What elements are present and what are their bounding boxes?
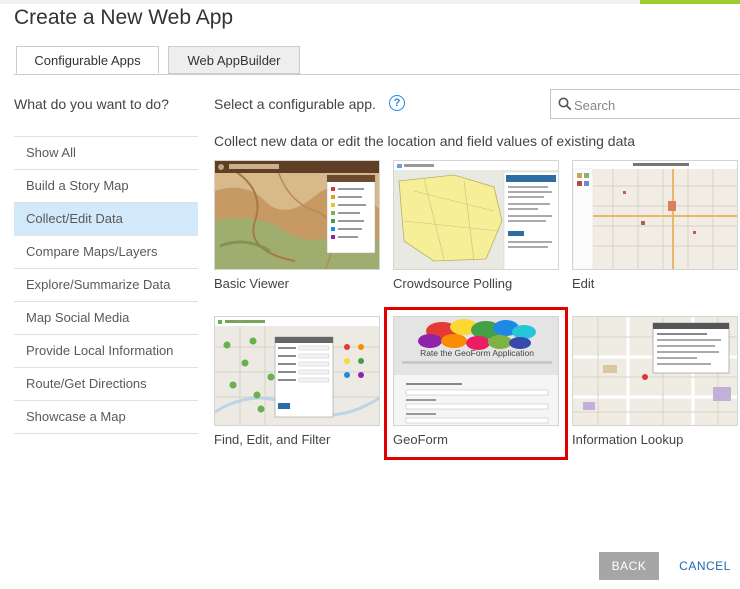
category-description: Collect new data or edit the location an… [214, 133, 636, 149]
category-explore-summarize-data[interactable]: Explore/Summarize Data [14, 269, 198, 302]
app-thumbnail-crowdsource-polling [393, 160, 559, 270]
app-thumbnail-edit [572, 160, 738, 270]
app-label-geoform: GeoForm [393, 432, 448, 447]
top-accent-bar [640, 0, 740, 4]
app-thumbnail-information-lookup [572, 316, 738, 426]
top-strip [0, 0, 740, 4]
category-collect-edit-data[interactable]: Collect/Edit Data [14, 203, 198, 236]
tab-web-appbuilder[interactable]: Web AppBuilder [168, 46, 300, 74]
app-card-crowdsource-polling[interactable]: Crowdsource Polling [393, 160, 559, 295]
app-card-geoform[interactable]: Rate the GeoForm Application GeoForm [384, 307, 568, 460]
app-label-information-lookup: Information Lookup [572, 432, 684, 447]
select-app-label: Select a configurable app. [214, 96, 376, 112]
dialog-title: Create a New Web App [14, 6, 234, 29]
app-thumbnail-find-edit-filter [214, 316, 380, 426]
help-icon[interactable]: ? [389, 95, 405, 111]
search-input[interactable] [572, 94, 736, 116]
sidebar-question: What do you want to do? [14, 96, 169, 112]
category-build-story-map[interactable]: Build a Story Map [14, 170, 198, 203]
category-compare-maps-layers[interactable]: Compare Maps/Layers [14, 236, 198, 269]
cancel-button[interactable]: CANCEL [673, 552, 737, 580]
search-box [550, 89, 740, 119]
search-icon [558, 97, 572, 111]
tab-divider [14, 74, 740, 75]
app-label-find-edit-filter: Find, Edit, and Filter [214, 432, 331, 447]
app-card-find-edit-filter[interactable]: Find, Edit, and Filter [214, 316, 380, 451]
app-label-basic-viewer: Basic Viewer [214, 276, 289, 291]
app-label-crowdsource-polling: Crowdsource Polling [393, 276, 513, 291]
category-provide-local-information[interactable]: Provide Local Information [14, 335, 198, 368]
app-thumbnail-basic-viewer [214, 160, 380, 270]
app-thumbnail-geoform: Rate the GeoForm Application [393, 316, 559, 426]
category-list: Show All Build a Story Map Collect/Edit … [14, 136, 198, 434]
category-showcase-map[interactable]: Showcase a Map [14, 401, 198, 434]
category-map-social-media[interactable]: Map Social Media [14, 302, 198, 335]
category-route-get-directions[interactable]: Route/Get Directions [14, 368, 198, 401]
app-card-basic-viewer[interactable]: Basic Viewer [214, 160, 380, 295]
back-button[interactable]: BACK [599, 552, 659, 580]
app-card-edit[interactable]: Edit [572, 160, 738, 295]
category-show-all[interactable]: Show All [14, 137, 198, 170]
tab-configurable-apps[interactable]: Configurable Apps [16, 46, 159, 74]
app-card-information-lookup[interactable]: Information Lookup [572, 316, 738, 451]
geoform-banner-text: Rate the GeoForm Application [420, 348, 534, 358]
app-label-edit: Edit [572, 276, 595, 291]
